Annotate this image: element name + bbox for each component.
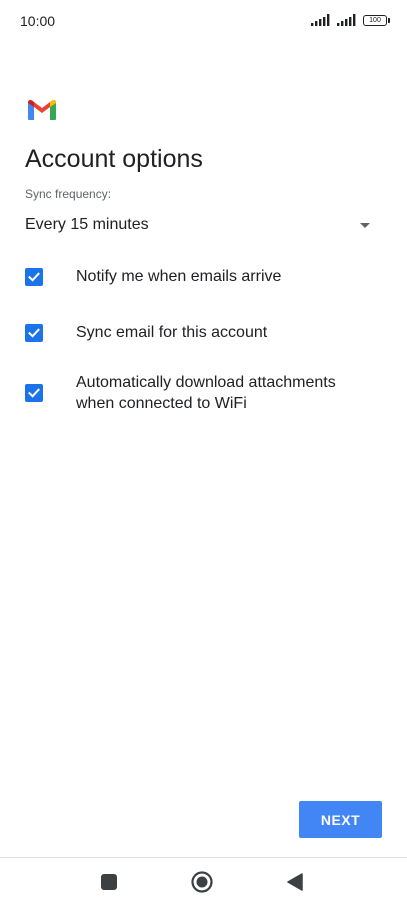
signal-icon bbox=[337, 14, 356, 26]
recents-button[interactable] bbox=[85, 858, 133, 906]
dropdown-arrow-icon bbox=[360, 222, 370, 228]
download-attachments-checkbox[interactable] bbox=[25, 384, 43, 402]
download-attachments-label: Automatically download attachments when … bbox=[76, 374, 336, 412]
gmail-icon bbox=[28, 100, 56, 120]
notify-emails-label: Notify me when emails arrive bbox=[76, 268, 282, 285]
back-button[interactable] bbox=[271, 858, 319, 906]
page-title: Account options bbox=[25, 145, 203, 173]
sync-frequency-value: Every 15 minutes bbox=[25, 216, 149, 233]
checkmark-icon bbox=[28, 388, 40, 398]
sync-frequency-dropdown[interactable]: Every 15 minutes bbox=[25, 206, 375, 244]
home-button[interactable] bbox=[178, 858, 226, 906]
checkmark-icon bbox=[28, 271, 40, 282]
status-bar: 10:00 100 bbox=[0, 0, 407, 44]
notify-emails-checkbox[interactable] bbox=[25, 267, 43, 286]
status-icons: 100 bbox=[311, 14, 390, 26]
next-button[interactable]: NEXT bbox=[299, 801, 382, 838]
square-icon bbox=[101, 874, 117, 890]
checkmark-icon bbox=[28, 327, 40, 338]
navigation-bar bbox=[0, 858, 407, 906]
status-time: 10:00 bbox=[20, 13, 56, 29]
download-attachments-option[interactable]: Automatically download attachments when … bbox=[25, 372, 385, 414]
sync-email-label: Sync email for this account bbox=[76, 324, 268, 341]
signal-icon bbox=[311, 14, 330, 26]
battery-icon: 100 bbox=[363, 14, 390, 26]
back-triangle-icon bbox=[287, 873, 303, 891]
sync-frequency-label: Sync frequency: bbox=[25, 187, 112, 201]
sync-email-option[interactable]: Sync email for this account bbox=[25, 322, 385, 343]
circle-home-icon bbox=[191, 871, 213, 893]
sync-email-checkbox[interactable] bbox=[25, 323, 43, 342]
notify-emails-option[interactable]: Notify me when emails arrive bbox=[25, 266, 385, 287]
battery-level: 100 bbox=[369, 16, 381, 24]
